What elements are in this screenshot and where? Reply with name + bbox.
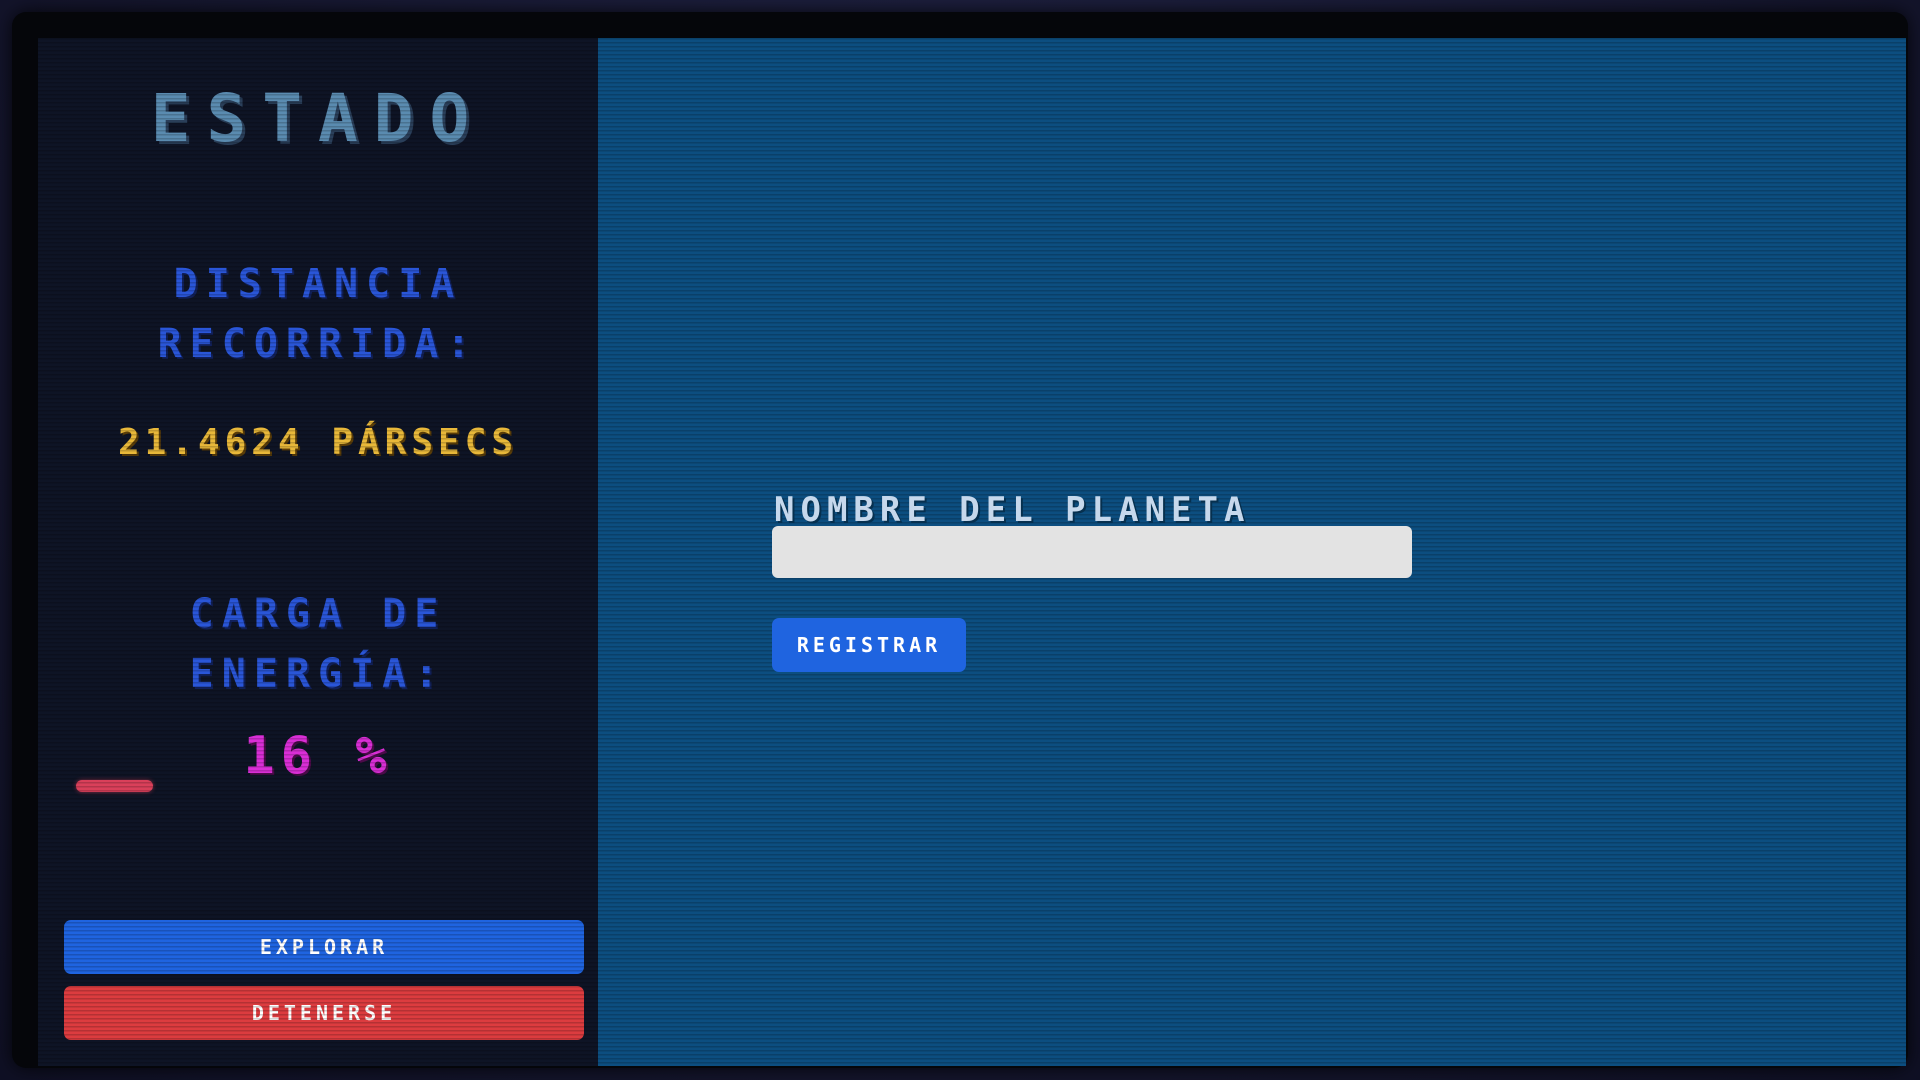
energy-bar-fill — [76, 780, 154, 792]
planet-name-label: NOMBRE DEL PLANETA — [774, 490, 1251, 530]
planet-name-input[interactable] — [772, 526, 1412, 578]
screen: ESTADO DISTANCIA RECORRIDA: 21.4624 PÁRS… — [38, 38, 1906, 1066]
status-title: ESTADO — [150, 80, 486, 157]
energy-label: CARGA DE ENERGÍA: — [189, 591, 447, 697]
explore-button[interactable]: EXPLORAR — [64, 920, 584, 974]
register-button[interactable]: REGISTRAR — [772, 618, 966, 672]
status-sidebar: ESTADO DISTANCIA RECORRIDA: 21.4624 PÁRS… — [38, 38, 598, 1066]
distance-value: 21.4624 PÁRSECS — [117, 422, 519, 463]
background: ESTADO DISTANCIA RECORRIDA: 21.4624 PÁRS… — [0, 0, 1920, 1080]
energy-value: 16 % — [243, 726, 393, 786]
distance-label: DISTANCIA RECORRIDA: — [157, 261, 479, 367]
energy-bar — [76, 780, 560, 792]
monitor-frame: ESTADO DISTANCIA RECORRIDA: 21.4624 PÁRS… — [12, 12, 1908, 1068]
stop-button[interactable]: DETENERSE — [64, 986, 584, 1040]
sidebar-scanlines — [38, 38, 598, 1066]
